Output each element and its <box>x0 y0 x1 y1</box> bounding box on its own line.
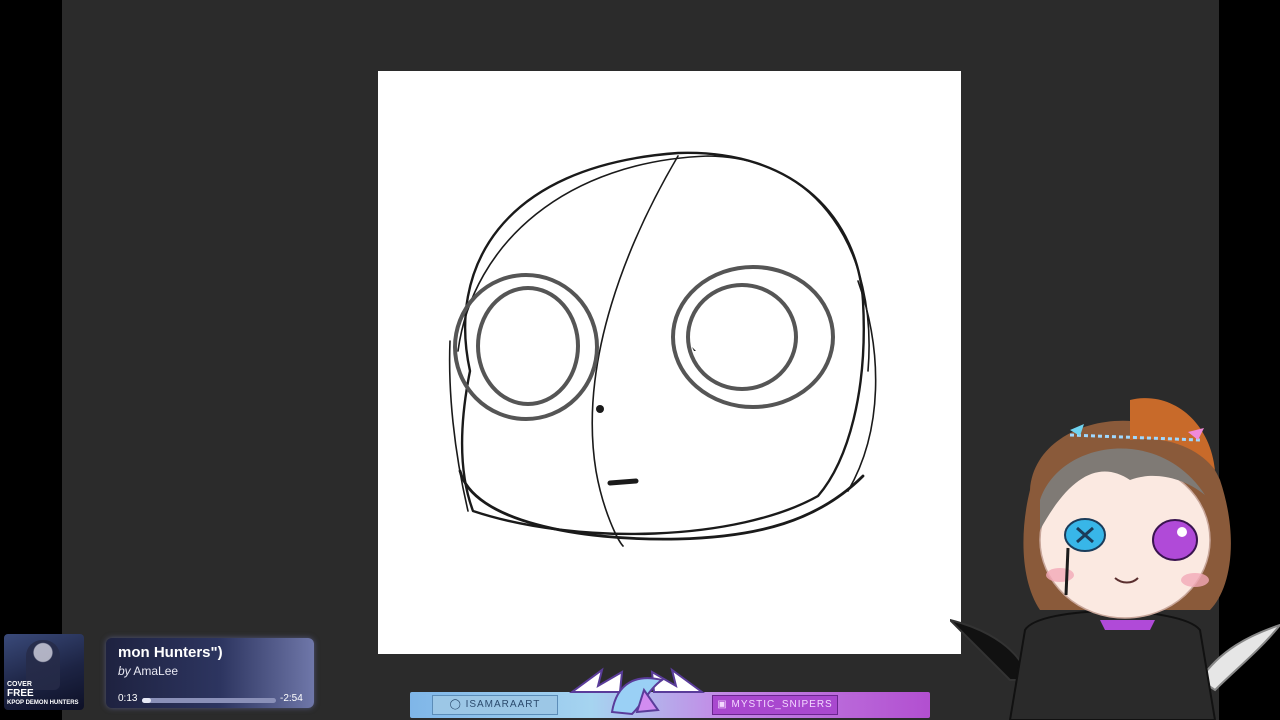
streamer-avatar <box>950 398 1280 720</box>
album-cover: COVER FREE KPOP DEMON HUNTERS <box>4 634 84 710</box>
track-title: mon Hunters") <box>118 644 223 661</box>
progress-bar-fill <box>142 698 152 703</box>
sketch-layer <box>448 151 877 547</box>
stream-frame: COVER FREE KPOP DEMON HUNTERS mon Hunter… <box>0 0 1280 720</box>
handle-right-text: MYSTIC_SNIPERS <box>731 699 833 710</box>
social-handle-left: ◯ ISAMARAART <box>432 695 558 715</box>
right-eye-inner <box>686 283 798 391</box>
collar <box>1100 620 1155 630</box>
head-outline-stroke-3 <box>847 280 877 492</box>
head-outline-stroke <box>460 151 865 536</box>
mouth-mark <box>607 478 639 486</box>
left-eye-inner <box>476 286 580 406</box>
face-center-line <box>591 155 679 547</box>
cursor-mark <box>692 347 696 351</box>
time-remaining: -2:54 <box>280 693 303 704</box>
album-cover-label: COVER FREE KPOP DEMON HUNTERS <box>7 681 79 707</box>
time-elapsed: 0:13 <box>118 693 138 704</box>
social-handle-right: ▣ MYSTIC_SNIPERS <box>712 695 838 715</box>
track-info-card: mon Hunters") by AmaLee 0:13 -2:54 <box>106 638 314 708</box>
drawing-canvas[interactable] <box>378 71 961 654</box>
social-banner: ◯ ISAMARAART ▣ MYSTIC_SNIPERS <box>410 667 930 720</box>
nose-dot <box>596 405 604 413</box>
user-icon: ◯ <box>449 699 466 710</box>
cover-label-mid: FREE <box>7 688 34 699</box>
handle-left-text: ISAMARAART <box>465 699 541 710</box>
cover-label-bottom: KPOP DEMON HUNTERS <box>7 700 79 706</box>
channel-logo <box>568 667 706 716</box>
track-artist: AmaLee <box>133 664 179 678</box>
trophy-icon: ▣ <box>717 699 732 710</box>
track-artist-line: by AmaLee <box>118 664 178 678</box>
progress-bar <box>142 698 276 703</box>
now-playing-widget: COVER FREE KPOP DEMON HUNTERS mon Hunter… <box>4 632 316 712</box>
right-wing <box>1198 623 1280 692</box>
head-outline-stroke-2 <box>457 155 870 372</box>
by-label: by <box>118 664 131 678</box>
right-eye-purple <box>1152 519 1198 561</box>
